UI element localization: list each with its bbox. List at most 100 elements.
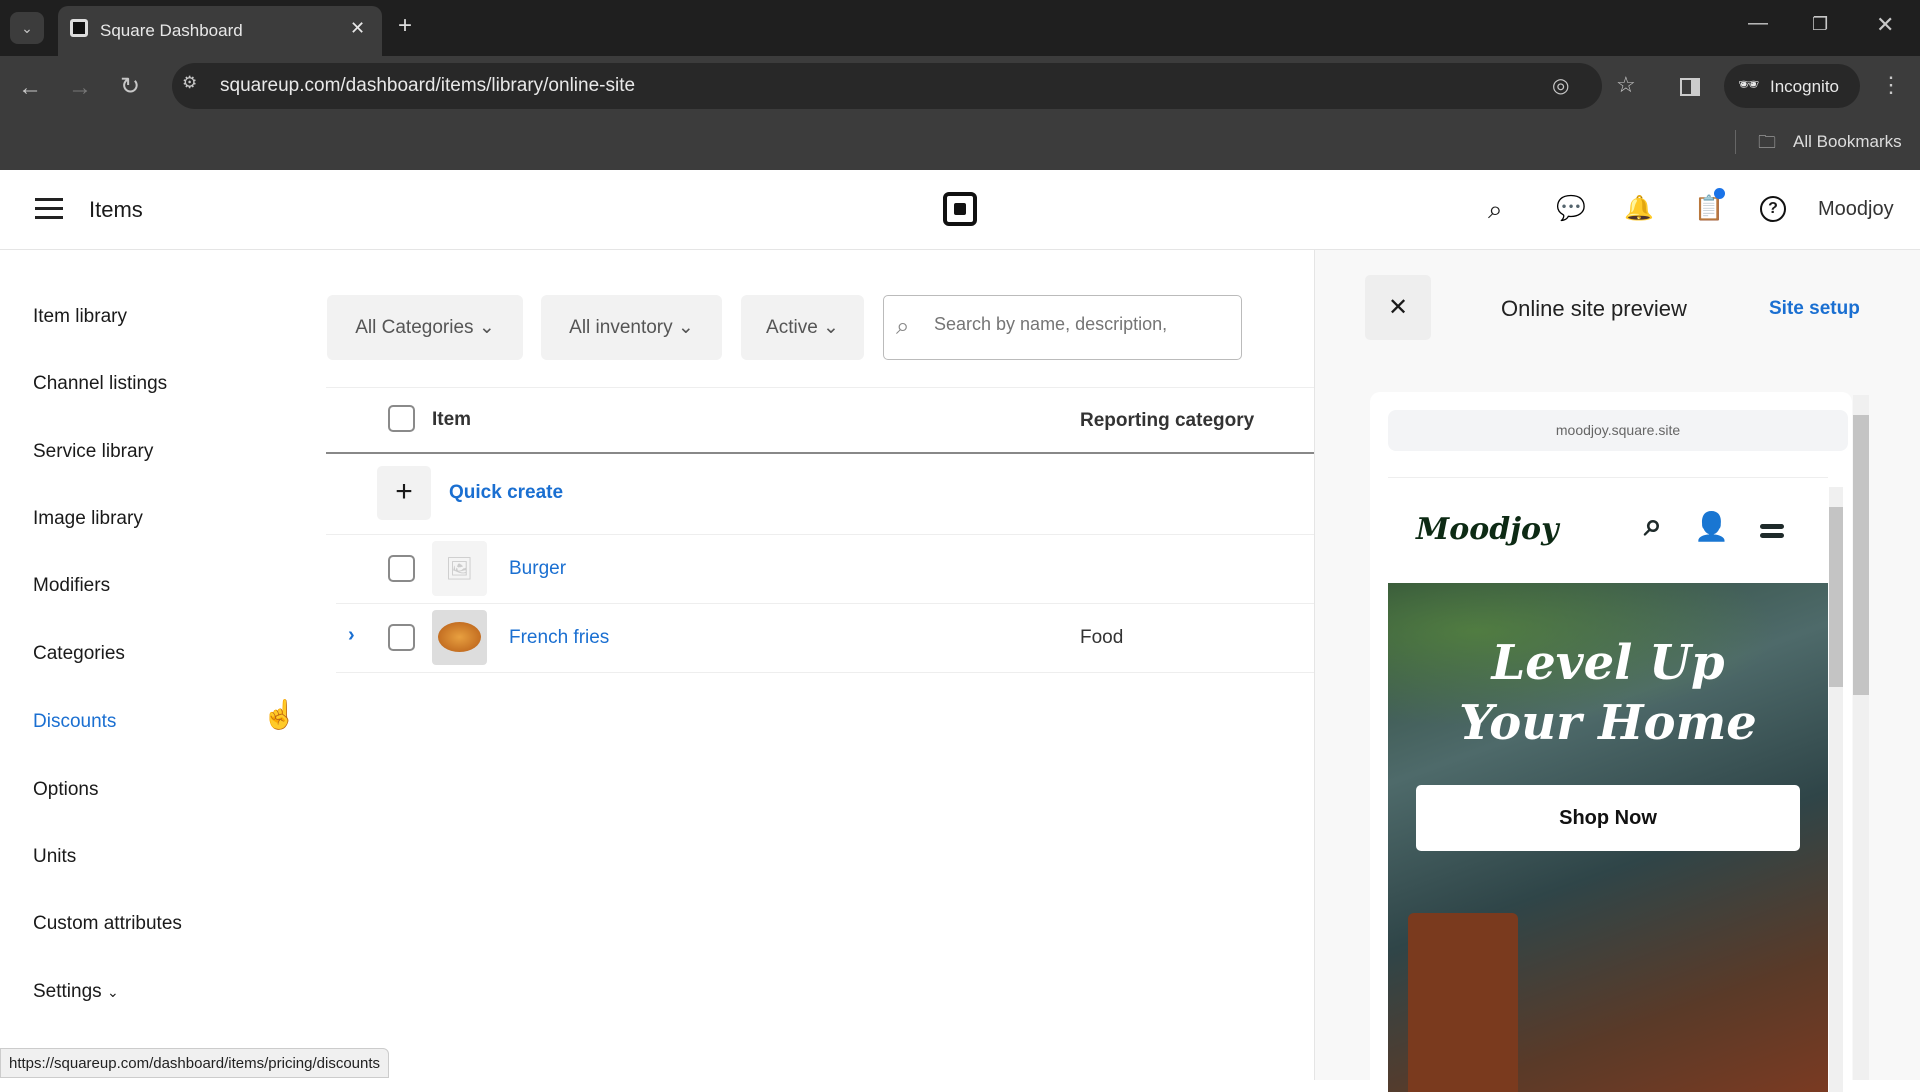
site-info-icon[interactable]: ⚙ xyxy=(182,73,197,93)
menu-kebab-icon[interactable]: ⋮ xyxy=(1880,72,1902,98)
search-input[interactable]: ⌕ xyxy=(883,295,1242,360)
chevron-down-icon: ⌄ xyxy=(106,984,119,1000)
sidebar-item-channel-listings[interactable]: Channel listings xyxy=(33,373,167,395)
square-logo-icon[interactable] xyxy=(943,192,977,226)
column-header-item[interactable]: Item xyxy=(432,409,471,431)
site-search-icon[interactable]: ⌕ xyxy=(1644,506,1662,544)
eye-off-icon[interactable]: ◎ xyxy=(1552,73,1569,98)
sidebar-item-image-library[interactable]: Image library xyxy=(33,508,143,530)
chevron-down-icon: ⌄ xyxy=(823,317,839,338)
site-setup-link[interactable]: Site setup xyxy=(1769,298,1860,320)
chevron-down-icon: ⌄ xyxy=(478,317,495,338)
square-favicon-icon xyxy=(70,19,88,37)
hamburger-menu-icon[interactable] xyxy=(35,198,63,219)
close-tab-icon[interactable]: ✕ xyxy=(350,18,365,39)
sidebar-item-units[interactable]: Units xyxy=(33,846,76,868)
help-icon[interactable]: ? xyxy=(1760,196,1786,222)
tab-search-button[interactable]: ⌄ xyxy=(10,12,44,44)
divider xyxy=(336,672,1314,673)
divider xyxy=(326,534,1314,535)
incognito-icon: 🕶 xyxy=(1738,75,1760,94)
settings-label: Settings xyxy=(33,981,102,1002)
hero-heading-line2: Your Home xyxy=(1459,695,1757,751)
plant-pot xyxy=(1408,913,1518,1092)
side-panel-icon[interactable] xyxy=(1680,78,1700,96)
inner-scrollbar[interactable] xyxy=(1829,487,1843,1092)
french-fries-thumbnail xyxy=(432,610,487,665)
sidebar-item-item-library[interactable]: Item library xyxy=(33,306,127,328)
sidebar-item-settings[interactable]: Settings ⌄ xyxy=(33,981,119,1003)
page-title: Items xyxy=(89,197,143,222)
row-checkbox[interactable] xyxy=(388,555,415,582)
app-header: Items ⌕ 💬 🔔 📋 ? Moodjoy xyxy=(0,170,1920,250)
categories-filter[interactable]: All Categories ⌄ xyxy=(327,295,523,360)
search-icon: ⌕ xyxy=(896,313,910,340)
divider xyxy=(1735,130,1736,154)
site-hero-banner: Level Up Your Home Shop Now xyxy=(1388,583,1828,1092)
reload-icon[interactable]: ↻ xyxy=(120,72,140,101)
address-bar[interactable]: ⚙ squareup.com/dashboard/items/library/o… xyxy=(172,63,1636,109)
close-panel-icon[interactable]: ✕ xyxy=(1365,275,1431,340)
url-text: squareup.com/dashboard/items/library/onl… xyxy=(220,75,636,96)
item-category: Food xyxy=(1080,627,1124,648)
hero-heading-line1: Level Up xyxy=(1491,635,1725,691)
divider xyxy=(336,603,1314,604)
site-brand-logo[interactable]: Moodjoy xyxy=(1416,512,1559,547)
forward-icon[interactable]: → xyxy=(68,74,92,102)
browser-tab-bar: ⌄ Square Dashboard ✕ + — ❐ ✕ xyxy=(0,0,1920,56)
divider xyxy=(326,452,1314,454)
back-icon[interactable]: ← xyxy=(18,74,42,102)
item-name-link[interactable]: French fries xyxy=(509,627,609,649)
panel-title: Online site preview xyxy=(1501,296,1687,321)
tab-title: Square Dashboard xyxy=(100,21,243,40)
bell-icon[interactable]: 🔔 xyxy=(1624,194,1654,223)
folder-icon: 🗀 xyxy=(1758,132,1776,152)
inventory-filter-label: All inventory xyxy=(569,316,673,338)
status-filter[interactable]: Active ⌄ xyxy=(741,295,864,360)
quick-create-plus-icon[interactable]: + xyxy=(377,466,431,520)
sidebar-item-discounts[interactable]: Discounts xyxy=(33,711,116,733)
expand-chevron-icon[interactable]: › xyxy=(348,624,355,647)
preview-frame: moodjoy.square.site Moodjoy ⌕ 👤 Level Up… xyxy=(1370,392,1852,1092)
search-icon[interactable]: ⌕ xyxy=(1488,194,1503,226)
shop-now-button[interactable]: Shop Now xyxy=(1416,785,1800,851)
inventory-filter[interactable]: All inventory ⌄ xyxy=(541,295,722,360)
incognito-badge[interactable]: 🕶 Incognito xyxy=(1724,64,1860,108)
all-bookmarks[interactable]: All Bookmarks xyxy=(1793,132,1902,152)
divider xyxy=(326,387,1314,388)
sidebar-item-custom-attributes[interactable]: Custom attributes xyxy=(33,913,182,935)
preview-url-bar: moodjoy.square.site xyxy=(1388,410,1848,451)
window-close-icon[interactable]: ✕ xyxy=(1876,12,1894,38)
search-field[interactable] xyxy=(934,314,1224,335)
panel-scrollbar[interactable] xyxy=(1853,395,1869,1080)
account-name[interactable]: Moodjoy xyxy=(1818,198,1894,221)
sidebar-item-modifiers[interactable]: Modifiers xyxy=(33,575,110,597)
messages-icon[interactable]: 💬 xyxy=(1556,194,1586,223)
site-menu-icon[interactable] xyxy=(1760,524,1784,538)
select-all-checkbox[interactable] xyxy=(388,405,415,432)
site-account-icon[interactable]: 👤 xyxy=(1694,510,1729,543)
mouse-cursor-hand-icon: ☝ xyxy=(262,699,297,730)
incognito-label: Incognito xyxy=(1770,77,1839,96)
sidebar-item-categories[interactable]: Categories xyxy=(33,643,125,665)
restore-icon[interactable]: ❐ xyxy=(1812,14,1828,35)
categories-filter-label: All Categories xyxy=(355,316,474,338)
sidebar-item-service-library[interactable]: Service library xyxy=(33,441,153,463)
browser-toolbar: ← → ↻ ⚙ squareup.com/dashboard/items/lib… xyxy=(0,56,1920,170)
status-bar-link-preview: https://squareup.com/dashboard/items/pri… xyxy=(0,1048,390,1078)
notification-dot xyxy=(1714,188,1725,199)
sidebar-item-options[interactable]: Options xyxy=(33,779,98,801)
status-filter-label: Active xyxy=(766,316,818,338)
chevron-down-icon: ⌄ xyxy=(677,317,694,338)
minimize-icon[interactable]: — xyxy=(1748,12,1768,35)
quick-create-link[interactable]: Quick create xyxy=(449,482,563,504)
site-header: Moodjoy ⌕ 👤 xyxy=(1388,477,1828,583)
column-header-reporting-category[interactable]: Reporting category xyxy=(1080,410,1254,432)
new-tab-icon[interactable]: + xyxy=(398,12,412,40)
image-placeholder-icon: 🖼 xyxy=(432,541,487,596)
bookmark-star-icon[interactable]: ☆ xyxy=(1616,72,1636,98)
row-checkbox[interactable] xyxy=(388,624,415,651)
online-site-preview-panel: ✕ Online site preview Site setup moodjoy… xyxy=(1314,250,1920,1092)
browser-tab[interactable]: Square Dashboard ✕ xyxy=(58,6,382,56)
item-name-link[interactable]: Burger xyxy=(509,558,566,580)
